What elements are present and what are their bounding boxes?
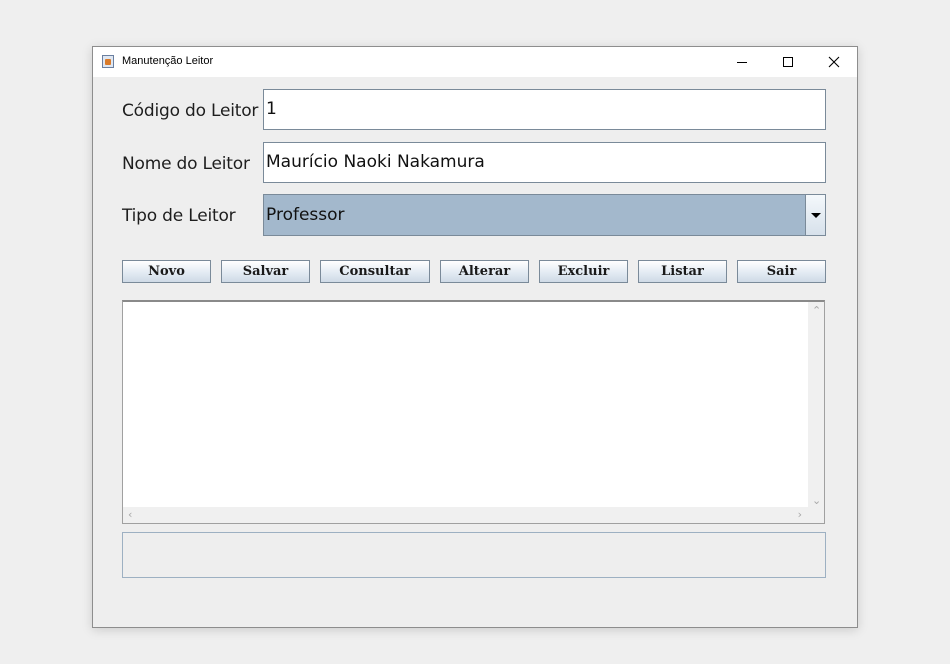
output-textarea[interactable]: ⌃ ⌄ ‹ › xyxy=(122,300,825,524)
nome-input[interactable]: Maurício Naoki Nakamura xyxy=(263,142,826,183)
tipo-select[interactable]: Professor xyxy=(263,194,826,236)
chevron-down-icon[interactable] xyxy=(805,195,825,235)
window-title: Manutenção Leitor xyxy=(122,55,214,67)
title-bar[interactable]: Manutenção Leitor xyxy=(93,47,857,77)
horizontal-scrollbar[interactable]: ‹ › xyxy=(123,507,824,523)
close-icon[interactable] xyxy=(811,47,857,77)
java-app-icon xyxy=(102,55,114,68)
nome-label: Nome do Leitor xyxy=(122,154,250,174)
scroll-up-icon[interactable]: ⌃ xyxy=(812,304,821,317)
listar-button[interactable]: Listar xyxy=(638,260,727,283)
codigo-input[interactable]: 1 xyxy=(263,89,826,130)
salvar-button[interactable]: Salvar xyxy=(221,260,310,283)
sair-button[interactable]: Sair xyxy=(737,260,826,283)
minimize-icon[interactable] xyxy=(719,47,765,77)
novo-button[interactable]: Novo xyxy=(122,260,211,283)
codigo-label: Código do Leitor xyxy=(122,101,259,121)
vertical-scrollbar[interactable]: ⌃ ⌄ xyxy=(808,302,824,507)
tipo-label: Tipo de Leitor xyxy=(122,206,236,226)
scroll-left-icon[interactable]: ‹ xyxy=(128,508,132,521)
tipo-selected-value: Professor xyxy=(266,205,345,225)
consultar-button[interactable]: Consultar xyxy=(320,260,430,283)
scroll-right-icon[interactable]: › xyxy=(798,508,802,521)
app-window: Manutenção Leitor Código do Leitor 1 Nom… xyxy=(92,46,858,628)
excluir-button[interactable]: Excluir xyxy=(539,260,628,283)
scroll-down-icon[interactable]: ⌄ xyxy=(812,494,821,507)
alterar-button[interactable]: Alterar xyxy=(440,260,529,283)
maximize-icon[interactable] xyxy=(765,47,811,77)
status-field xyxy=(122,532,826,578)
